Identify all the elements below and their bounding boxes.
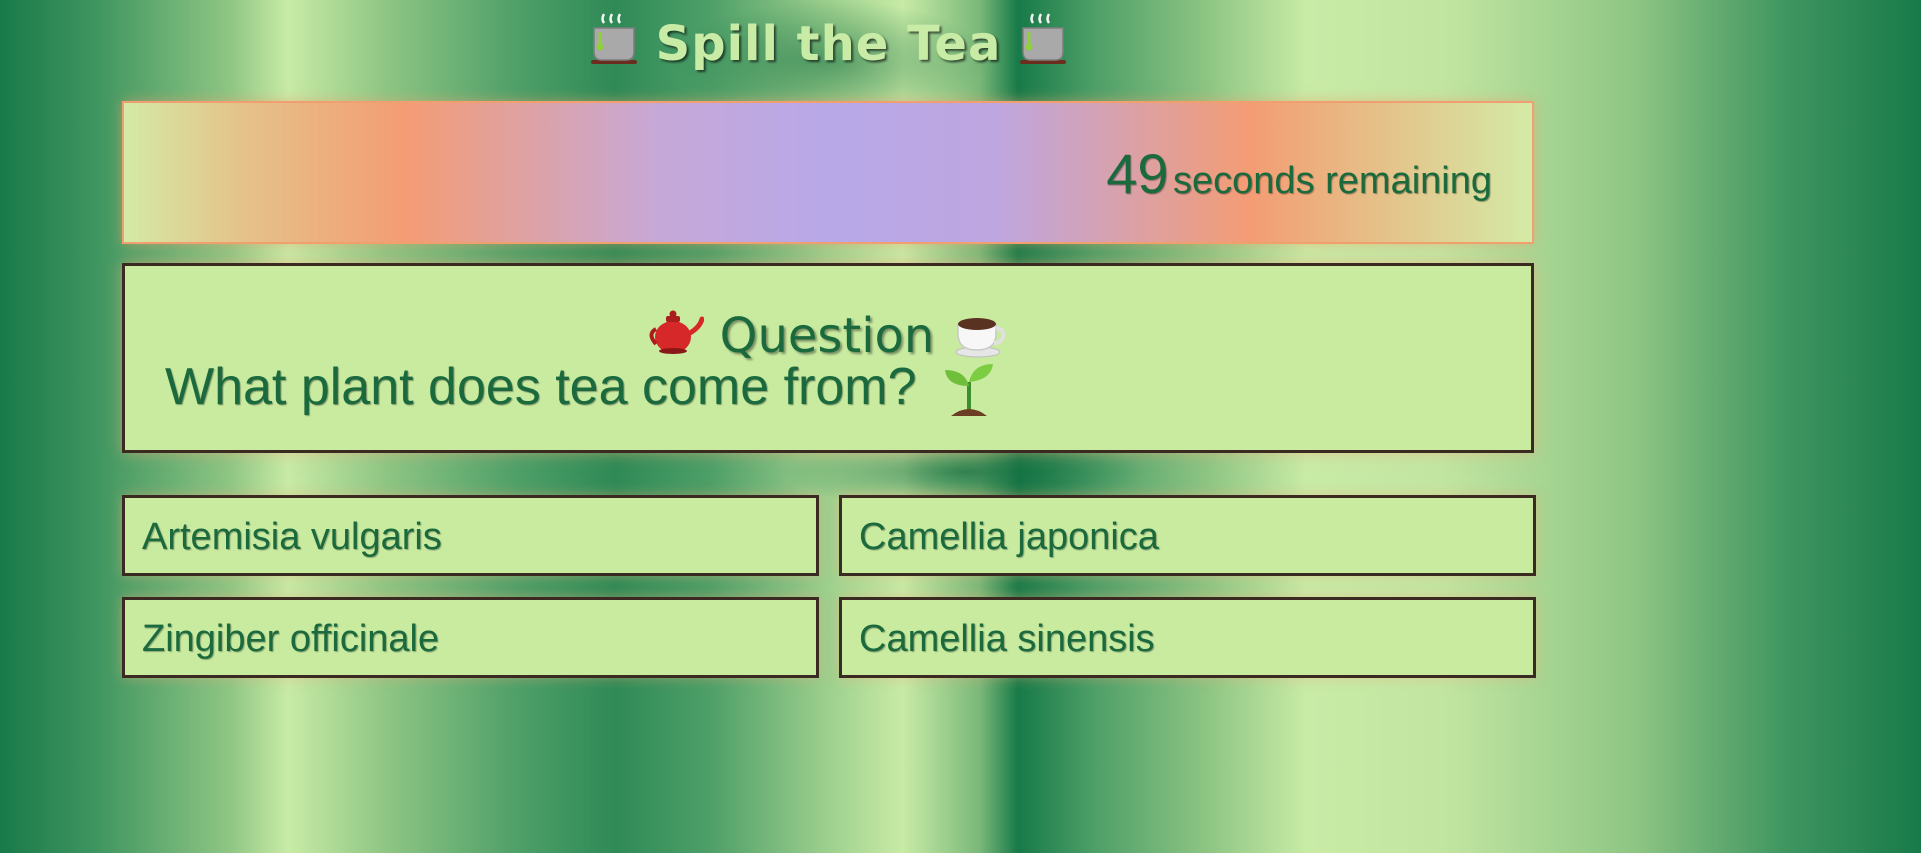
coffee-cup-icon: [955, 318, 1005, 358]
answer-option-1[interactable]: Artemisia vulgaris: [122, 495, 819, 576]
timer-seconds: 49: [1106, 142, 1169, 205]
question-panel: Question What plant does tea come from?: [122, 263, 1534, 453]
answer-label: Artemisia vulgaris: [142, 516, 442, 558]
timer-panel: 49 seconds remaining: [122, 101, 1534, 244]
seedling-icon: [944, 364, 993, 416]
answer-label: Zingiber officinale: [142, 618, 440, 660]
answer-option-3[interactable]: Zingiber officinale: [122, 597, 819, 678]
question-text-row: What plant does tea come from?: [165, 356, 997, 418]
question-text: What plant does tea come from?: [165, 358, 917, 416]
answer-label: Camellia japonica: [859, 516, 1159, 558]
answer-label: Camellia sinensis: [859, 618, 1155, 660]
teapot-icon: [649, 310, 705, 354]
app-title-bar: Spill the Tea: [0, 10, 1657, 72]
timer-label: seconds remaining: [1173, 160, 1492, 202]
timer-readout: 49 seconds remaining: [1106, 141, 1492, 206]
tea-cup-icon: [590, 13, 637, 64]
answer-option-2[interactable]: Camellia japonica: [839, 495, 1536, 576]
answer-option-4[interactable]: Camellia sinensis: [839, 597, 1536, 678]
app-title: Spill the Tea: [655, 16, 1002, 72]
tea-cup-icon: [1020, 13, 1067, 64]
